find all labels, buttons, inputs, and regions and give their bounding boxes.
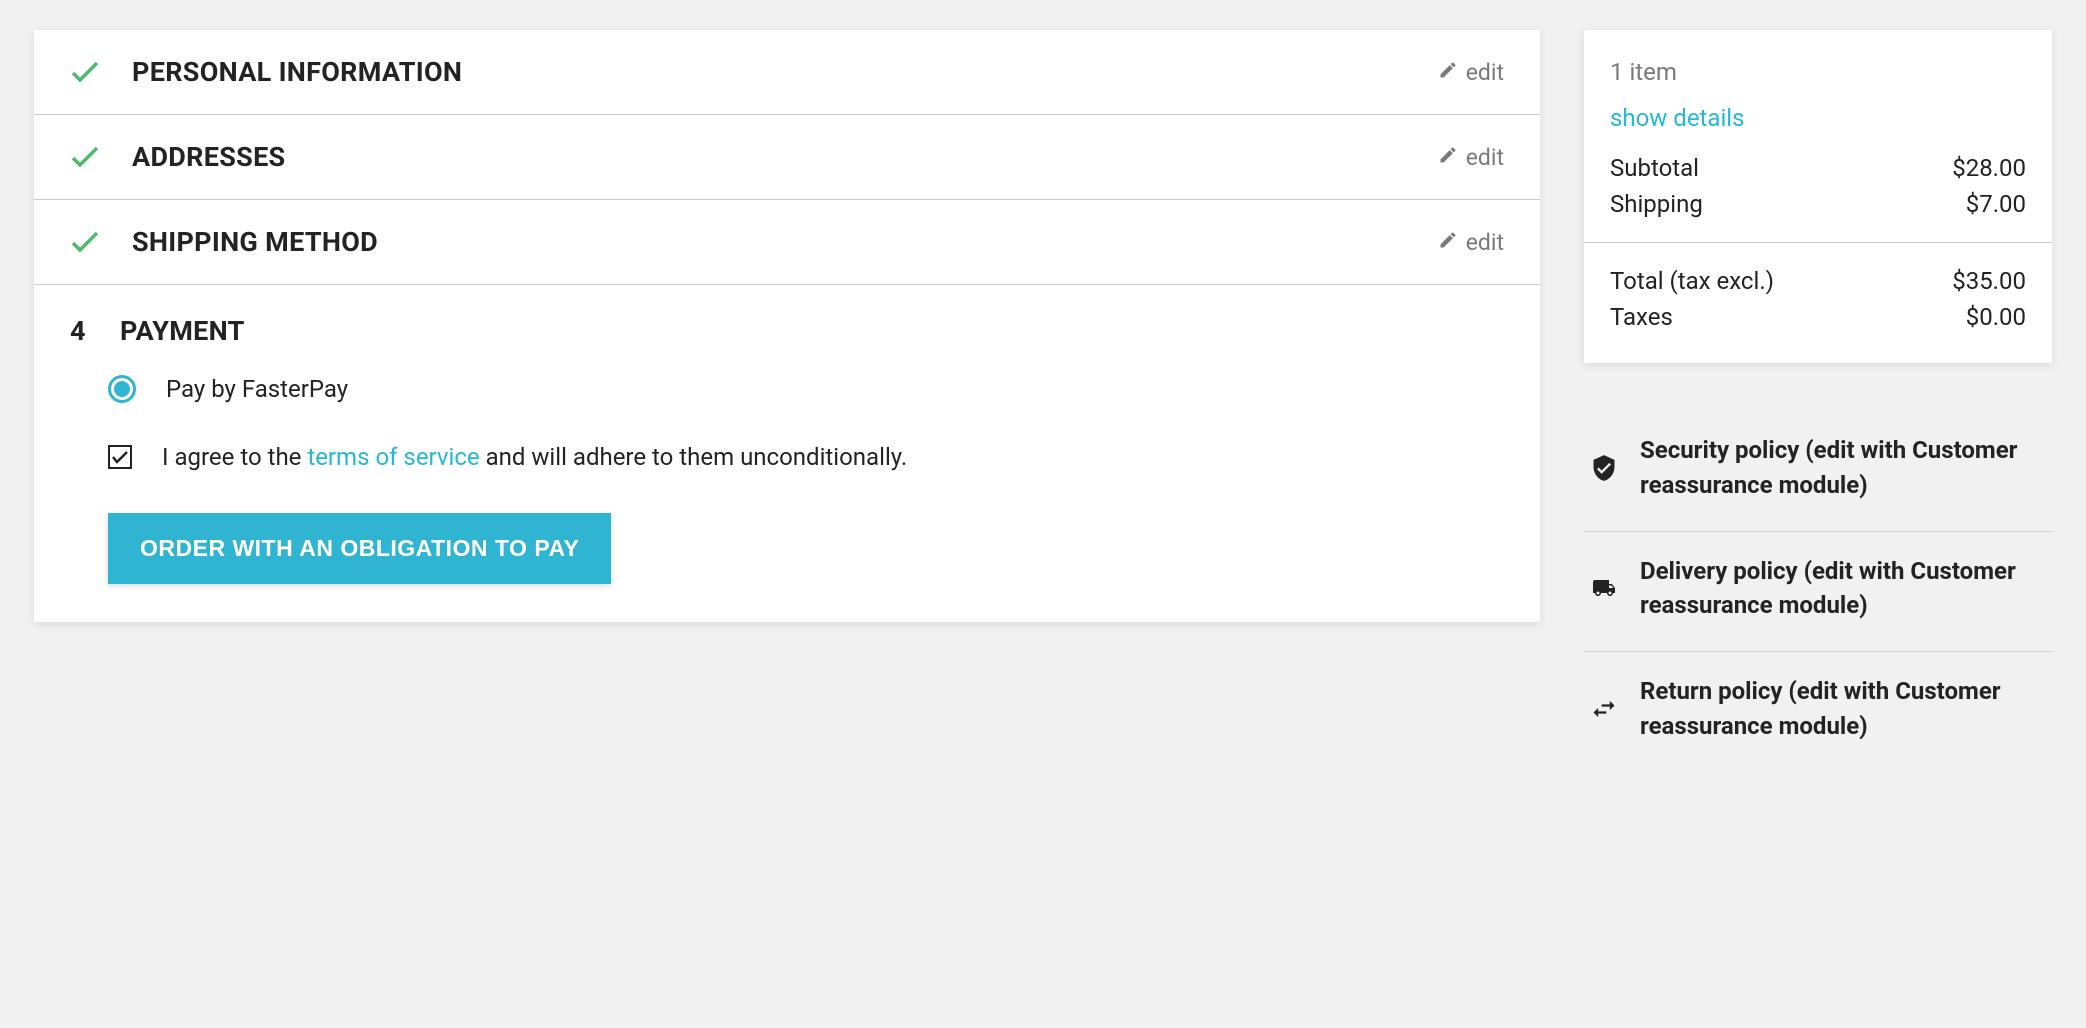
terms-row: I agree to the terms of service and will… bbox=[108, 441, 1504, 475]
reassurance-text: Security policy (edit with Customer reas… bbox=[1640, 433, 2052, 503]
terms-prefix: I agree to the bbox=[162, 443, 307, 471]
step-title: ADDRESSES bbox=[132, 141, 285, 173]
shipping-label: Shipping bbox=[1610, 190, 1703, 218]
edit-label: edit bbox=[1466, 59, 1504, 86]
reassurance-delivery: Delivery policy (edit with Customer reas… bbox=[1584, 532, 2052, 653]
step-title: PAYMENT bbox=[120, 315, 245, 347]
pencil-icon bbox=[1438, 229, 1458, 256]
taxes-value: $0.00 bbox=[1966, 303, 2026, 331]
summary-subtotal-line: Subtotal $28.00 bbox=[1610, 154, 2026, 182]
summary-shipping-line: Shipping $7.00 bbox=[1610, 190, 2026, 218]
summary-taxes-line: Taxes $0.00 bbox=[1610, 303, 2026, 331]
step-title: SHIPPING METHOD bbox=[132, 226, 378, 258]
step-personal-information: PERSONAL INFORMATION edit bbox=[34, 30, 1540, 115]
shipping-value: $7.00 bbox=[1966, 190, 2026, 218]
total-value: $35.00 bbox=[1952, 267, 2026, 295]
order-summary-card: 1 item show details Subtotal $28.00 Ship… bbox=[1584, 30, 2052, 363]
step-title: PERSONAL INFORMATION bbox=[132, 56, 462, 88]
reassurance-text: Delivery policy (edit with Customer reas… bbox=[1640, 554, 2052, 624]
terms-suffix: and will adhere to them unconditionally. bbox=[480, 443, 908, 471]
checkout-steps-panel: PERSONAL INFORMATION edit ADDRESSES bbox=[34, 30, 1540, 622]
step-payment: 4 PAYMENT Pay by FasterPay I agree to th… bbox=[34, 285, 1540, 622]
side-panel: 1 item show details Subtotal $28.00 Ship… bbox=[1584, 30, 2052, 772]
check-icon bbox=[70, 57, 100, 87]
reassurance-block: Security policy (edit with Customer reas… bbox=[1584, 411, 2052, 772]
payment-option-fasterpay[interactable]: Pay by FasterPay bbox=[108, 375, 1504, 403]
swap-icon bbox=[1588, 693, 1620, 725]
radio-selected-icon[interactable] bbox=[108, 375, 136, 403]
edit-addresses-link[interactable]: edit bbox=[1438, 144, 1504, 171]
order-button[interactable]: ORDER WITH AN OBLIGATION TO PAY bbox=[108, 513, 611, 584]
reassurance-text: Return policy (edit with Customer reassu… bbox=[1640, 674, 2052, 744]
pencil-icon bbox=[1438, 144, 1458, 171]
edit-shipping-method-link[interactable]: edit bbox=[1438, 229, 1504, 256]
reassurance-security: Security policy (edit with Customer reas… bbox=[1584, 411, 2052, 532]
terms-text: I agree to the terms of service and will… bbox=[162, 441, 907, 475]
truck-icon bbox=[1588, 572, 1620, 604]
check-icon bbox=[70, 227, 100, 257]
total-label: Total (tax excl.) bbox=[1610, 267, 1774, 295]
step-shipping-method: SHIPPING METHOD edit bbox=[34, 200, 1540, 285]
payment-option-label: Pay by FasterPay bbox=[166, 375, 348, 403]
shield-check-icon bbox=[1588, 452, 1620, 484]
show-details-link[interactable]: show details bbox=[1610, 104, 2026, 132]
edit-label: edit bbox=[1466, 229, 1504, 256]
step-number: 4 bbox=[70, 315, 98, 347]
edit-label: edit bbox=[1466, 144, 1504, 171]
taxes-label: Taxes bbox=[1610, 303, 1673, 331]
divider bbox=[1584, 242, 2052, 243]
item-count: 1 item bbox=[1610, 58, 2026, 86]
check-icon bbox=[70, 142, 100, 172]
reassurance-return: Return policy (edit with Customer reassu… bbox=[1584, 652, 2052, 772]
edit-personal-information-link[interactable]: edit bbox=[1438, 59, 1504, 86]
summary-total-line: Total (tax excl.) $35.00 bbox=[1610, 267, 2026, 295]
pencil-icon bbox=[1438, 59, 1458, 86]
subtotal-label: Subtotal bbox=[1610, 154, 1699, 182]
subtotal-value: $28.00 bbox=[1952, 154, 2026, 182]
terms-checkbox[interactable] bbox=[108, 445, 132, 469]
terms-of-service-link[interactable]: terms of service bbox=[307, 443, 479, 471]
step-addresses: ADDRESSES edit bbox=[34, 115, 1540, 200]
